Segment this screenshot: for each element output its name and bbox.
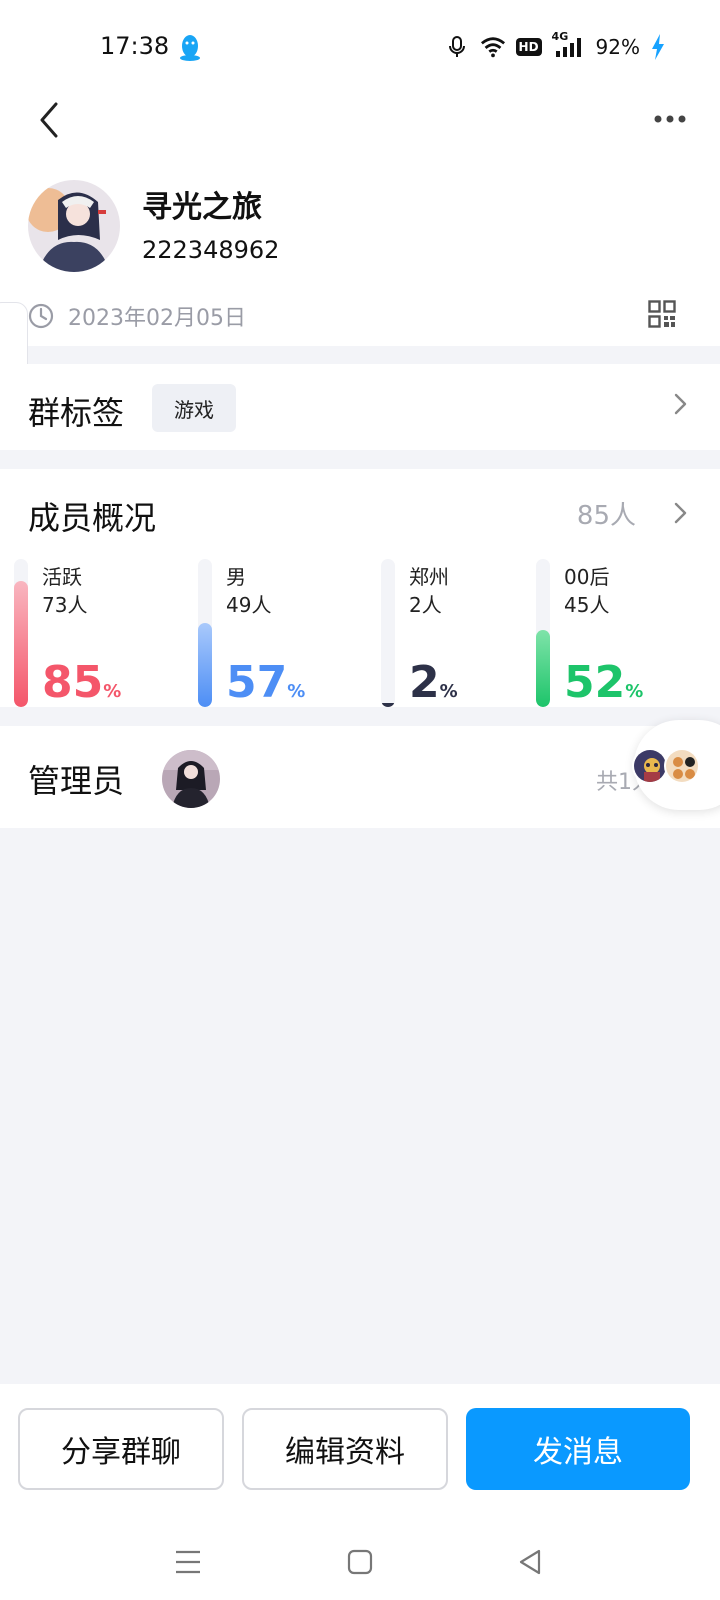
admin-avatar[interactable] [162, 750, 220, 808]
stat-bar-fill [14, 581, 28, 707]
qr-code-icon[interactable] [648, 300, 676, 328]
send-message-button[interactable]: 发消息 [466, 1408, 690, 1490]
stat-count: 2人 [409, 593, 442, 617]
stat-percent: 57% [226, 659, 305, 716]
stat-bar-track [198, 559, 212, 707]
members-overview[interactable]: 成员概况 85人 活跃 73人 85% 男 49人 57% 郑州 2人 2% 0… [0, 469, 720, 707]
stat-age: 00后 45人 52% [536, 559, 706, 707]
back-triangle-icon[interactable] [510, 1542, 550, 1582]
back-button[interactable] [30, 100, 70, 140]
stat-percent: 85% [42, 659, 121, 716]
floating-avatar-2 [664, 748, 700, 784]
share-group-button[interactable]: 分享群聊 [18, 1408, 224, 1490]
stat-percent-value: 52 [564, 657, 626, 708]
stat-percent-sign: % [625, 681, 644, 702]
signal-4g-icon: 4G [552, 30, 584, 60]
stat-percent-value: 85 [42, 657, 104, 708]
floating-avatar-1 [632, 748, 668, 784]
floating-chat-bubble[interactable] [632, 720, 720, 810]
created-date: 2023年02月05日 [68, 306, 246, 331]
status-time: 17:38 [100, 32, 170, 60]
tag-chip: 游戏 [152, 384, 236, 432]
stat-bar-track [14, 559, 28, 707]
menu-icon[interactable] [168, 1542, 208, 1582]
status-bar: 17:38 HD 4G 92% [0, 0, 720, 96]
system-nav-bar [0, 1530, 720, 1600]
top-nav [0, 96, 720, 156]
stat-count: 49人 [226, 593, 272, 617]
stat-bar-track [381, 559, 395, 707]
stat-percent: 2% [409, 659, 458, 716]
stat-label: 00后 [564, 565, 610, 589]
stat-bar-fill [198, 623, 212, 707]
stat-label: 活跃 [42, 565, 82, 589]
home-icon[interactable] [340, 1542, 380, 1582]
qq-penguin-icon [180, 35, 200, 61]
stat-bar-fill [381, 703, 395, 707]
more-options-icon[interactable] [652, 104, 692, 134]
stat-percent-sign: % [439, 681, 458, 702]
stat-label: 男 [226, 565, 246, 589]
stat-percent-value: 2 [409, 657, 440, 708]
group-tags-row[interactable]: 群标签 游戏 [0, 364, 720, 450]
battery-percent: 92% [595, 35, 640, 59]
group-id: 222348962 [142, 236, 280, 264]
clock-icon [28, 303, 54, 329]
wifi-icon [480, 34, 506, 60]
group-name: 寻光之旅 [142, 190, 262, 225]
chevron-right-icon [674, 393, 687, 415]
created-date-row: 2023年02月05日 [28, 300, 246, 332]
stat-male: 男 49人 57% [198, 559, 368, 707]
admin-row[interactable]: 管理员 共1人 [0, 726, 720, 828]
tags-title: 群标签 [28, 394, 125, 432]
microphone-icon [444, 34, 470, 60]
charging-icon [650, 34, 666, 60]
chevron-right-icon [674, 502, 687, 524]
members-title: 成员概况 [28, 499, 157, 537]
hd-icon: HD [515, 38, 542, 56]
stat-region: 郑州 2人 2% [381, 559, 551, 707]
stat-percent-value: 57 [226, 657, 288, 708]
stat-label: 郑州 [409, 565, 449, 589]
stat-count: 45人 [564, 593, 610, 617]
stat-percent-sign: % [103, 681, 122, 702]
stat-count: 73人 [42, 593, 88, 617]
stat-bar-track [536, 559, 550, 707]
stat-percent-sign: % [287, 681, 306, 702]
group-header: 寻光之旅 222348962 2023年02月05日 [0, 156, 720, 346]
admin-title: 管理员 [28, 762, 125, 800]
members-count: 85人 [576, 501, 636, 531]
stat-percent: 52% [564, 659, 643, 716]
stat-active: 活跃 73人 85% [14, 559, 184, 707]
network-label: 4G [551, 30, 569, 43]
group-avatar[interactable] [28, 180, 120, 272]
edit-profile-button[interactable]: 编辑资料 [242, 1408, 448, 1490]
stat-bar-fill [536, 630, 550, 707]
